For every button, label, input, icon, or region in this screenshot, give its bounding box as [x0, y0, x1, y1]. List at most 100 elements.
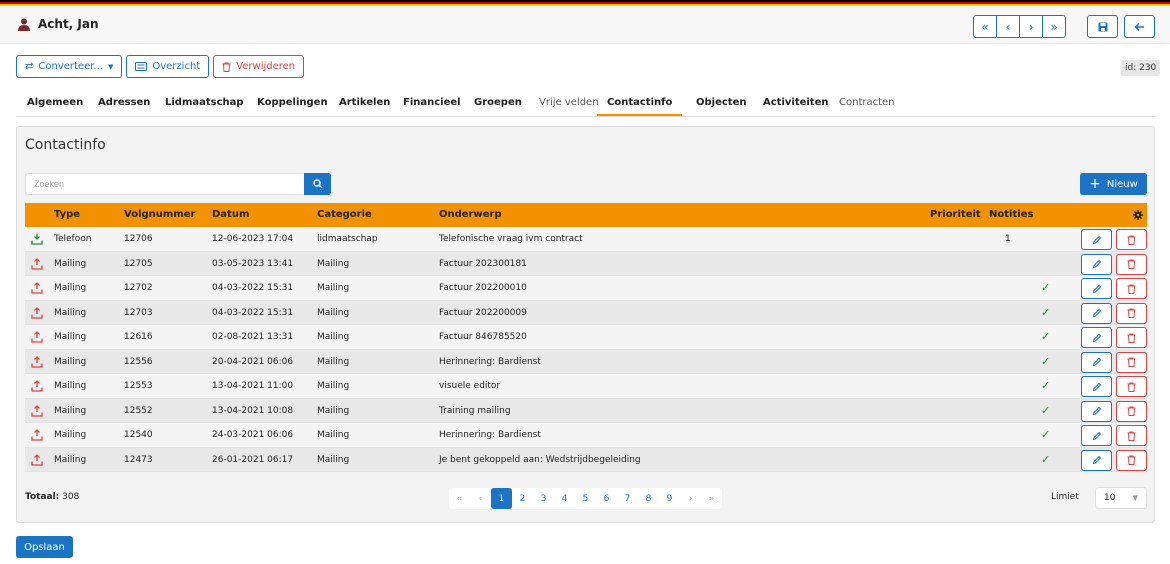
- cell-datum: 26-01-2021 06:17: [212, 454, 294, 465]
- cell-categorie: Mailing: [317, 430, 350, 440]
- convert-label: Converteer...: [38, 61, 103, 72]
- delete-row-button[interactable]: [1116, 253, 1147, 275]
- column-header-type[interactable]: Type: [54, 209, 80, 220]
- caret-down-icon: ▼: [1132, 494, 1138, 502]
- pagination-page-button[interactable]: 2: [512, 488, 533, 509]
- delete-row-button[interactable]: [1116, 302, 1147, 324]
- pagination-page-button[interactable]: 1: [491, 488, 512, 509]
- delete-row-button[interactable]: [1116, 376, 1147, 397]
- edit-row-button[interactable]: [1081, 327, 1112, 348]
- cell-datum: 03-05-2023 13:41: [212, 258, 294, 269]
- edit-row-button[interactable]: [1081, 253, 1112, 275]
- back-button[interactable]: [1124, 15, 1155, 38]
- cell-volgnummer: 12702: [124, 283, 153, 293]
- edit-row-button[interactable]: [1081, 351, 1112, 373]
- edit-row-button[interactable]: [1081, 302, 1112, 324]
- table-row[interactable]: Mailing 12703 04-03-2022 15:31 Mailing Factu…: [25, 300, 1147, 325]
- mail-upload-icon: [31, 380, 43, 392]
- delete-row-button[interactable]: [1116, 425, 1147, 446]
- tab-vrije-velden[interactable]: Vrije velden: [539, 97, 599, 108]
- pagination-page-button[interactable]: 5: [575, 488, 596, 509]
- next-record-button[interactable]: ›: [1019, 15, 1043, 38]
- delete-row-button[interactable]: [1116, 400, 1147, 422]
- mail-upload-icon: [31, 404, 43, 417]
- pagination-page-button[interactable]: 3: [533, 488, 554, 509]
- tab-artikelen[interactable]: Artikelen: [339, 97, 390, 108]
- tab-lidmaatschap[interactable]: Lidmaatschap: [165, 97, 244, 108]
- delete-row-button[interactable]: [1116, 449, 1147, 471]
- tab-contracten[interactable]: Contracten: [839, 97, 895, 108]
- delete-row-button[interactable]: [1116, 327, 1147, 348]
- tab-financieel[interactable]: Financieel: [403, 97, 461, 108]
- edit-row-button[interactable]: [1081, 229, 1112, 250]
- caret-down-icon: ▼: [107, 62, 114, 71]
- column-header-volgnummer[interactable]: Volgnummer: [124, 209, 195, 220]
- table-row[interactable]: Mailing 12473 26-01-2021 06:17 Mailing Je be…: [25, 447, 1147, 472]
- column-header-prioriteit[interactable]: Prioriteit: [930, 209, 981, 220]
- tab-groepen[interactable]: Groepen: [474, 97, 522, 108]
- table-row[interactable]: Mailing 12705 03-05-2023 13:41 Mailing Factu…: [25, 251, 1147, 276]
- search-input[interactable]: [25, 173, 305, 195]
- cell-categorie: Mailing: [317, 454, 350, 465]
- check-icon: ✓: [1041, 379, 1051, 392]
- pagination-nav-button[interactable]: »: [701, 488, 722, 509]
- pencil-icon: [1092, 431, 1101, 440]
- cell-notities: 1: [1005, 234, 1011, 244]
- mail-upload-icon: [31, 306, 43, 319]
- table-row[interactable]: Mailing 12553 13-04-2021 11:00 Mailing visue…: [25, 374, 1147, 399]
- mail-upload-icon: [31, 453, 43, 466]
- edit-row-button[interactable]: [1081, 400, 1112, 422]
- delete-record-button[interactable]: Verwijderen: [213, 55, 305, 78]
- table-row[interactable]: Telefoon 12706 12-06-2023 17:04 lidmaatscha…: [25, 227, 1147, 252]
- cell-volgnummer: 12556: [124, 356, 153, 367]
- pagination-page-button[interactable]: 7: [617, 488, 638, 509]
- column-header-datum[interactable]: Datum: [212, 209, 249, 220]
- overview-button[interactable]: Overzicht: [126, 55, 210, 78]
- check-icon: ✓: [1041, 428, 1051, 441]
- column-header-onderwerp[interactable]: Onderwerp: [439, 209, 502, 220]
- table-row[interactable]: Mailing 12540 24-03-2021 06:06 Mailing Herin…: [25, 423, 1147, 448]
- convert-dropdown-button[interactable]: ⇄ Converteer... ▼: [16, 55, 123, 78]
- new-contact-button[interactable]: + Nieuw: [1080, 173, 1147, 195]
- edit-row-button[interactable]: [1081, 376, 1112, 397]
- pagination-nav-button[interactable]: ‹: [470, 488, 491, 509]
- table-row[interactable]: Mailing 12556 20-04-2021 06:06 Mailing Herin…: [25, 349, 1147, 374]
- limit-select[interactable]: 10 ▼: [1095, 487, 1147, 509]
- first-record-button[interactable]: «: [973, 15, 997, 38]
- table-row[interactable]: Mailing 12702 04-03-2022 15:31 Mailing Factu…: [25, 276, 1147, 301]
- delete-row-button[interactable]: [1116, 229, 1147, 250]
- tab-objecten[interactable]: Objecten: [696, 97, 746, 108]
- edit-row-button[interactable]: [1081, 278, 1112, 299]
- search-button[interactable]: [304, 173, 331, 195]
- edit-row-button[interactable]: [1081, 425, 1112, 446]
- settings-gear-icon[interactable]: [1133, 210, 1143, 220]
- pencil-icon: [1092, 259, 1101, 269]
- tab-activiteiten[interactable]: Activiteiten: [763, 97, 829, 108]
- delete-label: Verwijderen: [236, 61, 296, 72]
- tab-koppelingen[interactable]: Koppelingen: [257, 97, 328, 108]
- pagination-page-button[interactable]: 9: [659, 488, 680, 509]
- table-row[interactable]: Mailing 12616 02-08-2021 13:31 Mailing Factu…: [25, 325, 1147, 350]
- user-icon: [18, 18, 30, 31]
- previous-record-button[interactable]: ‹: [996, 15, 1020, 38]
- tab-contactinfo[interactable]: Contactinfo: [597, 97, 683, 116]
- cell-onderwerp: Factuur 846785520: [439, 332, 527, 342]
- save-record-button[interactable]: [1087, 15, 1118, 38]
- delete-row-button[interactable]: [1116, 278, 1147, 299]
- pagination-page-button[interactable]: 6: [596, 488, 617, 509]
- pagination-page-button[interactable]: 4: [554, 488, 575, 509]
- column-header-categorie[interactable]: Categorie: [317, 209, 372, 220]
- last-record-button[interactable]: »: [1042, 15, 1066, 38]
- delete-row-button[interactable]: [1116, 351, 1147, 373]
- edit-row-button[interactable]: [1081, 449, 1112, 471]
- trash-icon: [1127, 308, 1136, 318]
- pagination-nav-button[interactable]: «: [449, 488, 470, 509]
- tab-algemeen[interactable]: Algemeen: [27, 97, 83, 108]
- pagination-page-button[interactable]: 8: [638, 488, 659, 509]
- table-row[interactable]: Mailing 12552 13-04-2021 10:08 Mailing Train…: [25, 398, 1147, 423]
- tab-adressen[interactable]: Adressen: [98, 97, 150, 108]
- save-button[interactable]: Opslaan: [16, 536, 73, 558]
- pagination-nav-button[interactable]: ›: [680, 488, 701, 509]
- column-header-notities[interactable]: Notities: [989, 209, 1033, 220]
- record-title: Acht, Jan: [18, 17, 99, 31]
